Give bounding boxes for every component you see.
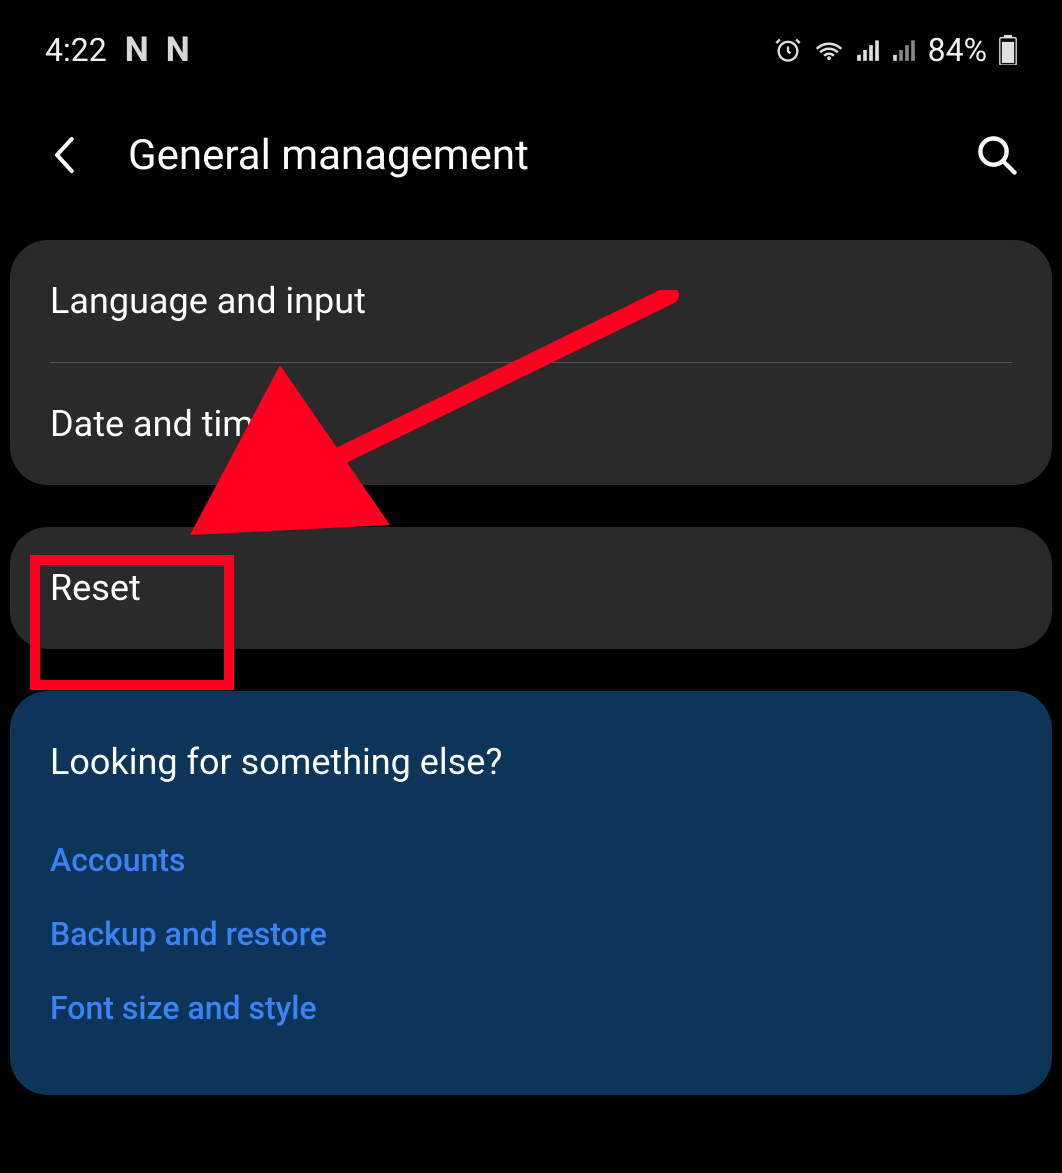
backup-restore-link[interactable]: Backup and restore [50, 897, 1012, 971]
status-bar: 4:22 N N [0, 0, 1062, 90]
settings-group-1: Language and input Date and time [10, 240, 1052, 485]
status-left: 4:22 N N [45, 30, 189, 70]
page-title: General management [128, 131, 972, 180]
back-button[interactable] [40, 130, 90, 180]
notification-icon-2: N [166, 30, 189, 70]
page-header: General management [0, 90, 1062, 240]
search-icon [976, 134, 1018, 176]
font-size-style-label: Font size and style [50, 989, 317, 1027]
language-and-input-item[interactable]: Language and input [10, 240, 1052, 362]
notification-icon-1: N [125, 30, 148, 70]
backup-restore-label: Backup and restore [50, 915, 327, 953]
wifi-icon [814, 37, 844, 63]
font-size-style-link[interactable]: Font size and style [50, 971, 1012, 1045]
chevron-left-icon [51, 135, 79, 175]
settings-group-2: Reset [10, 527, 1052, 649]
battery-icon [999, 35, 1017, 65]
suggestions-card: Looking for something else? Accounts Bac… [10, 691, 1052, 1095]
signal-icon-2 [892, 38, 916, 62]
status-right: 84% [774, 31, 1017, 69]
date-and-time-item[interactable]: Date and time [10, 363, 1052, 485]
suggestions-title: Looking for something else? [50, 741, 1012, 783]
battery-percentage: 84% [928, 31, 987, 69]
alarm-icon [774, 36, 802, 64]
search-button[interactable] [972, 130, 1022, 180]
accounts-link[interactable]: Accounts [50, 823, 1012, 897]
reset-label: Reset [50, 567, 141, 609]
signal-icon-1 [856, 38, 880, 62]
date-and-time-label: Date and time [50, 403, 273, 445]
language-and-input-label: Language and input [50, 280, 366, 322]
accounts-label: Accounts [50, 841, 186, 879]
status-time: 4:22 [45, 31, 107, 69]
reset-item[interactable]: Reset [10, 527, 1052, 649]
